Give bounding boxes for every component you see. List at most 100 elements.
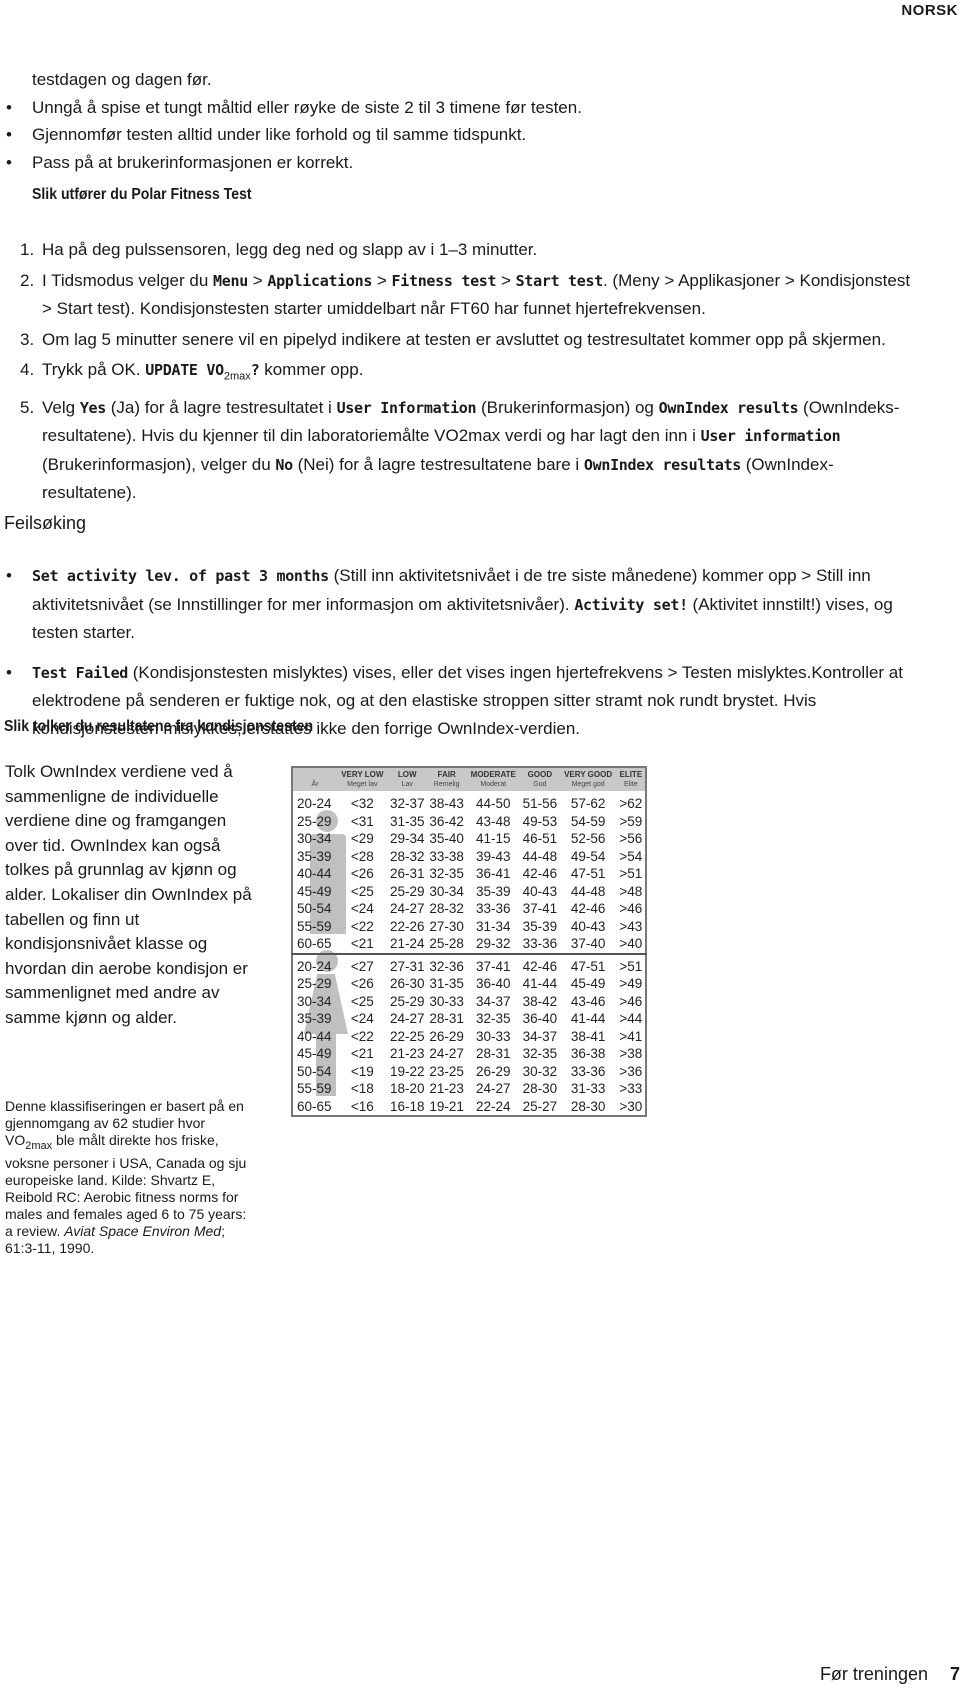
value-cell: <18 [350,1081,374,1097]
text-segment: Unngå å spise et tungt måltid eller røyk… [32,97,582,117]
steps-list: 1. Ha på deg pulssensoren, legg deg ned o… [20,236,922,507]
header-en: LOW [397,770,417,779]
header-no: År [311,781,319,788]
text-segment: (Brukerinformasjon), velger du [42,454,276,474]
header-no: Elite [624,781,638,788]
value-cell: 30-33 [429,993,464,1009]
text-segment: Ha på deg pulssensoren, legg deg ned og … [42,240,538,259]
male-rows: 20-24 <32 32-37 38-43 44-50 51-56 57-62 >62 25-2… [292,791,646,954]
value-cell: 31-35 [389,813,425,829]
value-cell: <31 [350,813,374,829]
column-header: ELITE Elite [617,767,646,791]
value-cell: 33-38 [429,848,464,864]
value-cell: 22-25 [389,1028,425,1044]
page-footer: Før treningen 7 [820,1664,960,1685]
value-cell: 31-34 [476,918,511,934]
value-cell: 40-43 [570,918,606,934]
value-cell: 40-43 [522,883,558,899]
value-cell: 25-29 [389,993,425,1009]
value-cell: 22-24 [476,1098,511,1114]
header-en: GOOD [527,770,553,779]
device-display-text: Yes [79,398,107,417]
device-display-text: Menu [213,271,248,290]
device-display-text: OwnIndex results [658,398,799,417]
value-cell: 24-27 [389,1011,425,1027]
column-header: År [292,767,337,791]
text-segment: (Brukerinformasjon) og [476,397,659,417]
value-cell: 24-27 [389,901,425,917]
age-cell: 45-49 [297,1046,332,1062]
value-cell: 32-36 [429,958,464,974]
value-cell: 35-39 [522,918,558,934]
step-item: 2. I Tidsmodus velger du Menu > Applicati… [20,267,922,323]
header-no: Remelig [433,781,460,788]
text-segment: Gjennomfør testen alltid under like forh… [32,125,527,144]
header-no: Lav [401,781,413,788]
value-cell: 51-56 [522,796,558,812]
step-number: 1. [20,240,35,259]
device-display-text: Start test [515,271,604,290]
value-cell: 43-48 [476,813,511,829]
column-header: FAIR Remelig [427,767,466,791]
interpretation-text: Tolk OwnIndex verdiene ved å sammenligne… [5,762,252,1027]
value-cell: 22-26 [389,918,425,934]
value-cell: 36-38 [570,1046,606,1062]
value-cell: 45-49 [570,976,606,992]
value-cell: 34-37 [522,1028,558,1044]
section-heading: Feilsøking [4,513,87,533]
table-row: 60-65 <21 21-24 25-28 29-32 33-36 37-40 >40 [292,935,646,954]
value-cell: >48 [619,883,643,899]
value-cell: 44-48 [522,848,558,864]
step-item: 3. Om lag 5 minutter senere vil en pipely… [20,326,922,354]
value-cell: <28 [350,848,374,864]
value-cell: 42-46 [522,958,558,974]
age-cell: 30-34 [297,831,332,847]
text-segment: > [372,270,392,290]
table-row: 30-34 <25 25-29 30-33 34-37 38-42 43-46 >46 [292,993,646,1011]
value-cell: <29 [350,831,374,847]
value-cell: 26-29 [476,1063,511,1079]
device-display-text: No [275,455,293,474]
text-segment: testdagen og dagen før. [32,70,212,89]
table-row: 45-49 <25 25-29 30-34 35-39 40-43 44-48 >48 [292,883,646,901]
column-header: VERY LOW Meget lav [337,767,387,791]
bullet-icon: • [6,125,12,144]
value-cell: 28-32 [389,848,425,864]
value-cell: 49-54 [570,848,606,864]
step-number: 3. [20,329,35,349]
value-cell: 32-35 [522,1046,558,1062]
step-number: 4. [20,360,35,379]
value-cell: 42-46 [570,901,606,917]
value-cell: 34-37 [476,993,511,1009]
bullet-icon: • [6,566,12,585]
value-cell: >43 [619,918,643,934]
age-cell: 55-59 [297,918,332,934]
value-cell: 32-35 [476,1011,511,1027]
value-cell: <24 [350,901,374,917]
table-row: 40-44 <26 26-31 32-35 36-41 42-46 47-51 >51 [292,865,646,883]
value-cell: 52-56 [570,831,606,847]
value-cell: 21-23 [389,1046,425,1062]
value-cell: 32-37 [389,796,425,812]
value-cell: 26-29 [429,1028,464,1044]
value-cell: 36-40 [522,1011,558,1027]
value-cell: 19-22 [389,1063,425,1079]
value-cell: >59 [619,813,643,829]
step-item: 4. Trykk på OK. UPDATE VO2max? kommer opp… [20,356,922,391]
value-cell: 47-51 [570,866,606,882]
header-no: Meget god [571,781,605,788]
troubleshooting-list: • Set activity lev. of past 3 months (Sti… [6,562,932,742]
bullet-item: • Unngå å spise et tungt måltid eller røy… [6,94,937,122]
device-display-text: Fitness test [391,271,497,290]
value-cell: 25-28 [429,936,464,952]
bullet-item: • Set activity lev. of past 3 months (Sti… [6,562,932,647]
value-cell: 31-33 [570,1081,606,1097]
value-cell: 35-39 [476,883,511,899]
value-cell: <24 [350,1011,374,1027]
table-row: 35-39 <24 24-27 28-31 32-35 36-40 41-44 >44 [292,1010,646,1028]
value-cell: <22 [350,1028,374,1044]
header-en: VERY GOOD [564,770,613,779]
value-cell: 18-20 [389,1081,425,1097]
value-cell: 41-15 [476,831,511,847]
header-no: Meget lav [347,781,378,788]
